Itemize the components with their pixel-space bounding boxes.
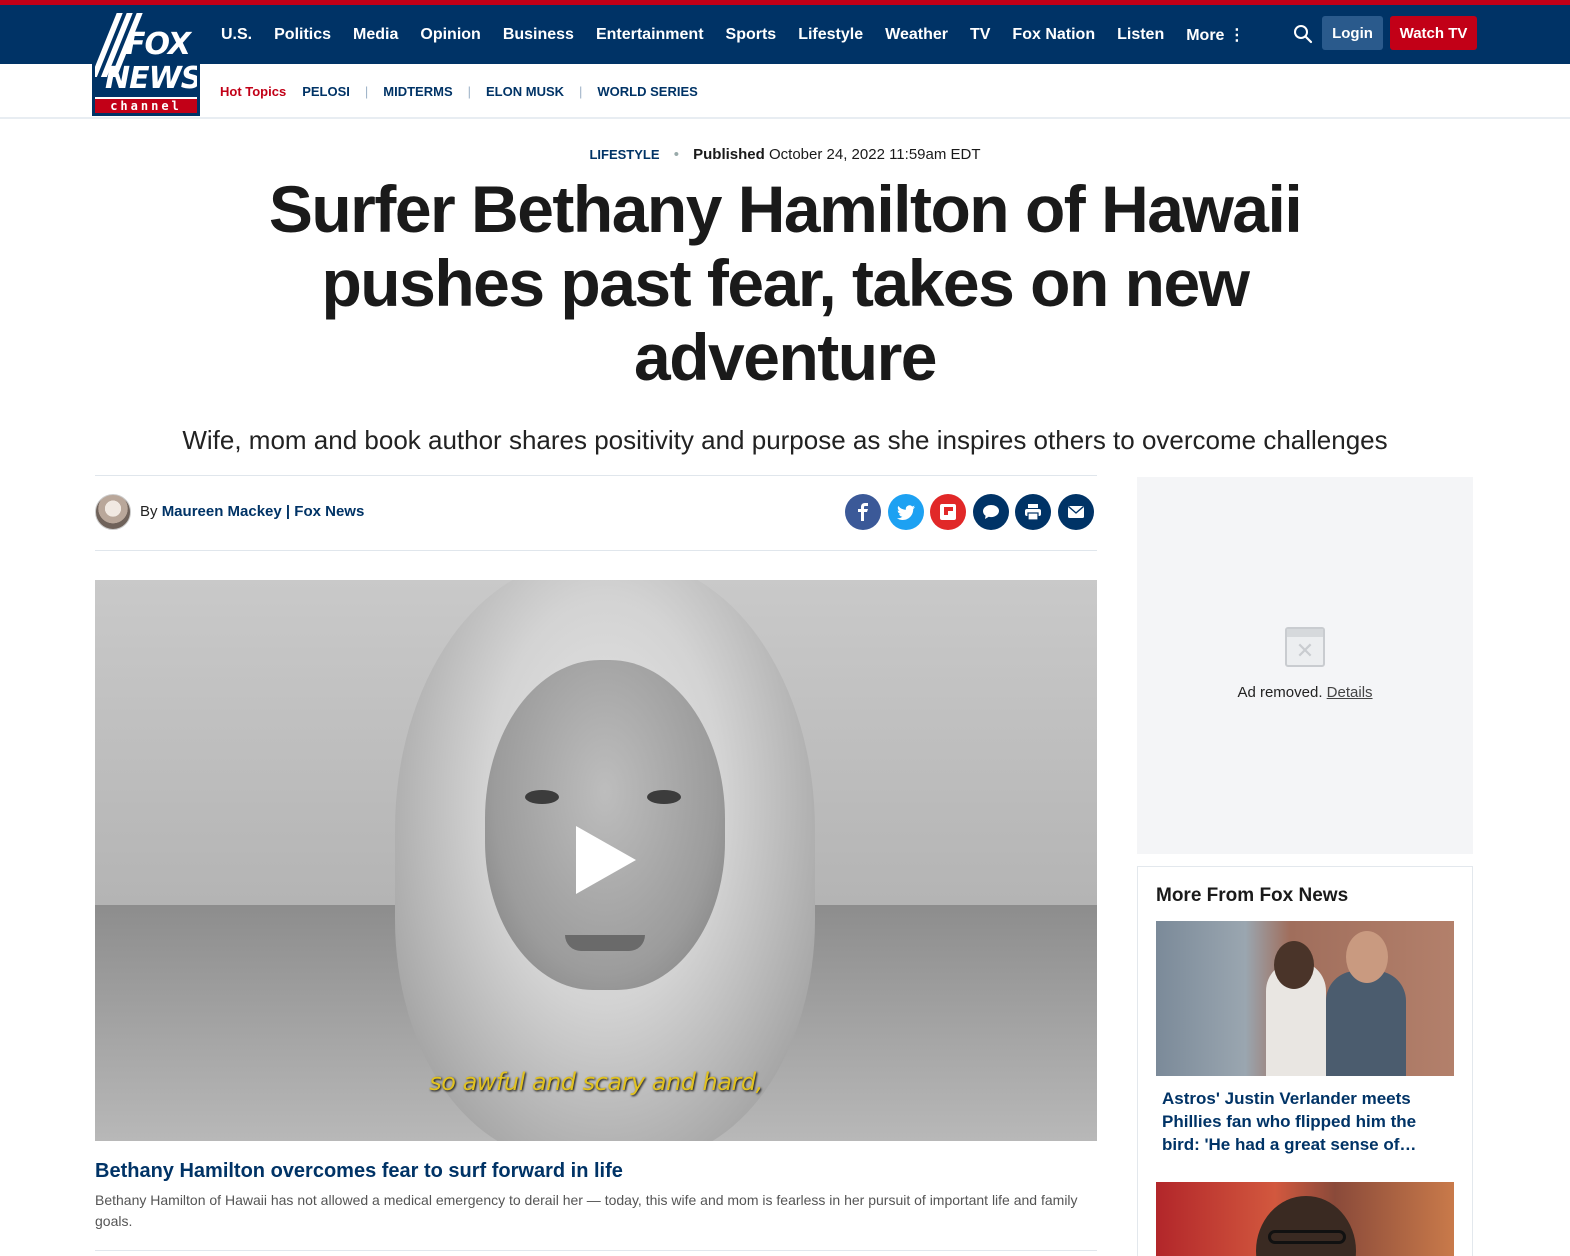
- divider: [95, 475, 1097, 476]
- logo-news-text: NEWS: [105, 61, 197, 96]
- more-from-title: More From Fox News: [1156, 885, 1349, 906]
- story-image[interactable]: [1156, 1182, 1454, 1256]
- ad-removed-message: Ad removed. Details: [1137, 684, 1473, 701]
- published-label: Published: [693, 146, 765, 163]
- ad-removed-text: Ad removed.: [1237, 684, 1323, 701]
- story-image-person: [1326, 971, 1406, 1076]
- email-icon[interactable]: [1058, 494, 1094, 530]
- nav-item-business[interactable]: Business: [492, 26, 585, 44]
- hot-topic-divider: |: [467, 84, 472, 99]
- video-description: Bethany Hamilton of Hawaii has not allow…: [95, 1192, 1078, 1229]
- nav-item-sports[interactable]: Sports: [715, 26, 788, 44]
- story-image-person-head: [1346, 931, 1388, 983]
- article-headline: Surfer Bethany Hamilton of Hawaii pushes…: [268, 172, 1303, 394]
- meta-separator: •: [673, 146, 679, 163]
- story-image[interactable]: [1156, 921, 1454, 1076]
- play-icon[interactable]: [576, 826, 636, 894]
- hot-topics-label: Hot Topics: [220, 84, 287, 99]
- article-subhead: Wife, mom and book author shares positiv…: [182, 425, 1388, 455]
- comment-icon[interactable]: [973, 494, 1009, 530]
- more-from-fox-news: More From Fox News Astros' Justin Verlan…: [1137, 866, 1473, 1256]
- divider: [95, 550, 1097, 551]
- hot-topic-pelosi[interactable]: PELOSI: [302, 84, 350, 99]
- author-link[interactable]: Maureen Mackey | Fox News: [162, 503, 365, 520]
- nav-item-tv[interactable]: TV: [959, 26, 1001, 44]
- video-subtitle: so awful and scary and hard,: [429, 1068, 763, 1096]
- nav-item-more[interactable]: More ⋮: [1175, 25, 1256, 45]
- video-subject-eye: [647, 790, 681, 804]
- ad-icon-x: ✕: [1295, 638, 1315, 663]
- divider: [95, 1250, 1097, 1251]
- flipboard-icon[interactable]: [930, 494, 966, 530]
- logo-blue-block: FOX NEWS: [95, 13, 197, 97]
- hot-topics-list: Hot Topics PELOSI | MIDTERMS | ELON MUSK…: [220, 84, 698, 99]
- ad-slot: ✕ Ad removed. Details: [1137, 477, 1473, 854]
- video-subject-eye: [525, 790, 559, 804]
- ad-details-link[interactable]: Details: [1327, 684, 1373, 701]
- byline-prefix: By: [140, 503, 158, 520]
- nav-item-us[interactable]: U.S.: [210, 26, 263, 44]
- logo-fox-text: FOX: [125, 27, 191, 62]
- story-image-person-head: [1256, 1196, 1356, 1256]
- hot-topic-midterms[interactable]: MIDTERMS: [383, 84, 452, 99]
- video-subject-mouth: [565, 935, 645, 951]
- search-icon[interactable]: [1293, 24, 1313, 44]
- author-avatar[interactable]: [95, 494, 131, 530]
- nav-item-lifestyle[interactable]: Lifestyle: [787, 26, 874, 44]
- nav-item-politics[interactable]: Politics: [263, 26, 342, 44]
- hot-topic-elon-musk[interactable]: ELON MUSK: [486, 84, 564, 99]
- hot-topic-divider: |: [579, 84, 583, 99]
- nav-item-weather[interactable]: Weather: [874, 26, 959, 44]
- byline: By Maureen Mackey | Fox News: [140, 503, 364, 520]
- print-icon[interactable]: [1015, 494, 1051, 530]
- nav-item-fox-nation[interactable]: Fox Nation: [1001, 26, 1106, 44]
- category-eyebrow[interactable]: LIFESTYLE: [589, 147, 659, 162]
- hot-topic-world-series[interactable]: WORLD SERIES: [597, 84, 697, 99]
- video-title[interactable]: Bethany Hamilton overcomes fear to surf …: [95, 1160, 623, 1183]
- nav-item-media[interactable]: Media: [342, 26, 409, 44]
- video-player[interactable]: so awful and scary and hard,: [95, 580, 1097, 1141]
- ad-removed-icon: ✕: [1285, 627, 1325, 667]
- fox-news-logo[interactable]: FOX NEWS channel: [92, 10, 200, 116]
- story-image-glasses: [1268, 1230, 1346, 1244]
- nav-item-listen[interactable]: Listen: [1106, 26, 1175, 44]
- published-date: October 24, 2022 11:59am EDT: [769, 146, 981, 163]
- nav-item-opinion[interactable]: Opinion: [409, 26, 491, 44]
- story-image-person-head: [1274, 941, 1314, 989]
- hot-topic-divider: |: [364, 84, 369, 99]
- logo-channel-text: channel: [95, 99, 197, 113]
- ad-icon-bar: [1287, 629, 1323, 637]
- article-meta: LIFESTYLE • Published October 24, 2022 1…: [0, 146, 1570, 163]
- nav-item-entertainment[interactable]: Entertainment: [585, 26, 715, 44]
- watch-tv-button[interactable]: Watch TV: [1390, 16, 1477, 50]
- primary-nav: U.S. Politics Media Opinion Business Ent…: [210, 5, 1256, 64]
- story-title[interactable]: Astros' Justin Verlander meets Phillies …: [1162, 1087, 1442, 1156]
- twitter-icon[interactable]: [888, 494, 924, 530]
- login-button[interactable]: Login: [1322, 16, 1383, 50]
- facebook-icon[interactable]: [845, 494, 881, 530]
